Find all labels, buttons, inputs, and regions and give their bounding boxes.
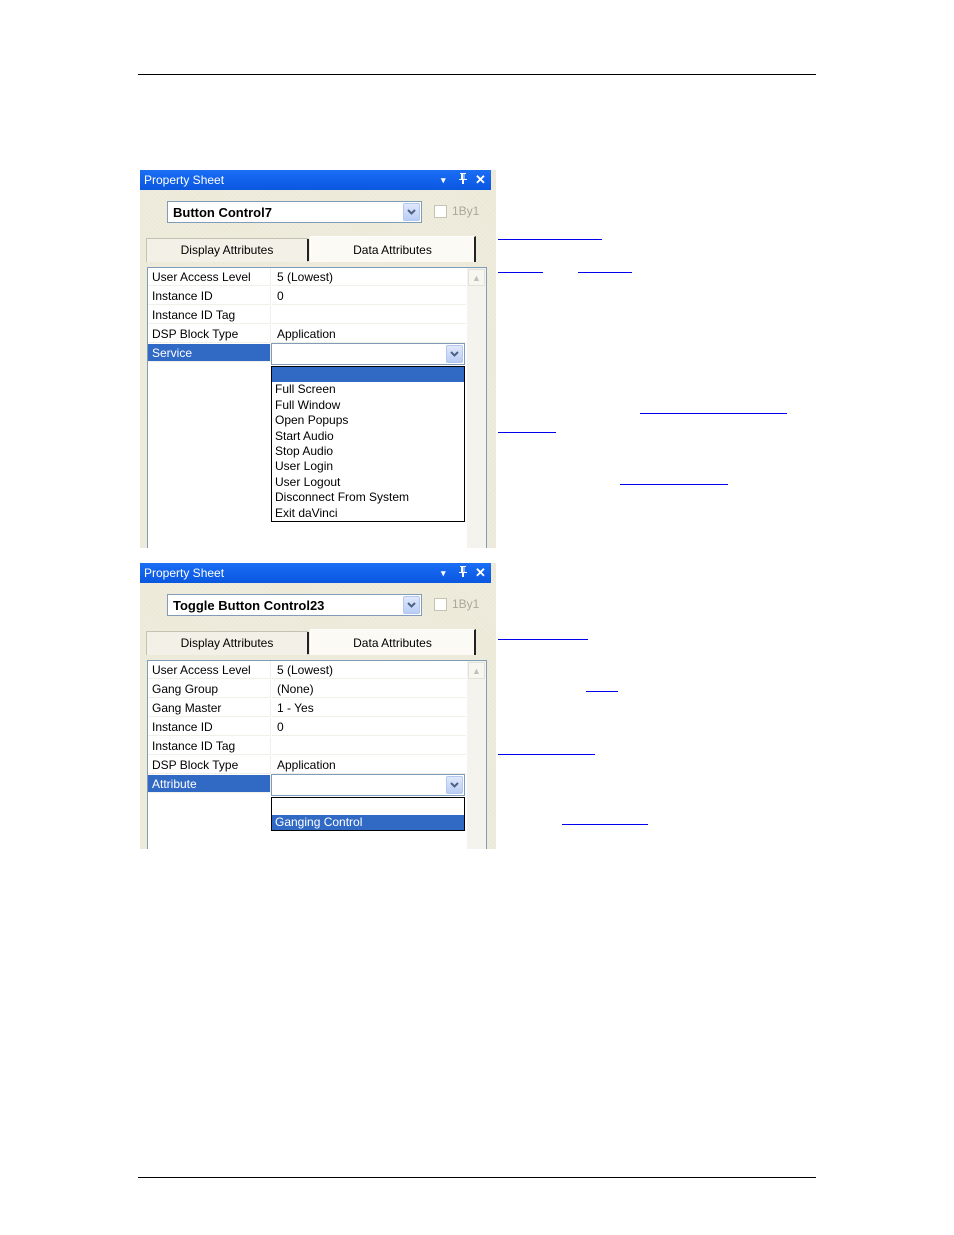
onebyone-label: 1By1 xyxy=(452,597,480,611)
object-select[interactable]: Toggle Button Control23 xyxy=(167,594,422,616)
property-value[interactable] xyxy=(272,737,466,755)
hyperlink[interactable] xyxy=(498,754,595,755)
chevron-down-icon[interactable] xyxy=(403,596,420,614)
property-grid: User Access Level 5 (Lowest) Instance ID… xyxy=(147,267,487,548)
service-select[interactable] xyxy=(271,343,465,365)
property-value[interactable]: (None) xyxy=(272,680,466,698)
property-name: User Access Level xyxy=(148,661,271,679)
hyperlink[interactable] xyxy=(498,432,556,433)
property-name: Instance ID xyxy=(148,287,271,305)
hyperlink[interactable] xyxy=(498,639,588,640)
dropdown-arrow-icon[interactable]: ▾ xyxy=(441,563,446,583)
property-row[interactable]: DSP Block Type Application xyxy=(148,756,466,775)
dropdown-option[interactable] xyxy=(272,798,464,815)
property-row[interactable]: DSP Block Type Application xyxy=(148,325,466,344)
chevron-down-icon[interactable] xyxy=(403,203,420,221)
property-name: Attribute xyxy=(148,775,271,793)
panel-titlebar: Property Sheet ▾ ✕ xyxy=(140,170,491,190)
onebyone-checkbox[interactable] xyxy=(434,598,447,611)
scroll-up-icon[interactable]: ▲ xyxy=(468,662,485,679)
property-value[interactable]: 0 xyxy=(272,287,466,305)
panel-titlebar: Property Sheet ▾ ✕ xyxy=(140,563,491,583)
property-sheet-panel: Property Sheet ▾ ✕ Toggle Button Control… xyxy=(140,563,496,849)
property-row[interactable]: Instance ID Tag xyxy=(148,306,466,325)
property-grid: User Access Level 5 (Lowest) Gang Group … xyxy=(147,660,487,849)
header-rule xyxy=(138,74,816,75)
property-name: DSP Block Type xyxy=(148,756,271,774)
attribute-dropdown-list: Ganging Control xyxy=(271,797,465,832)
chevron-down-icon[interactable] xyxy=(446,776,463,794)
tab-display-attributes[interactable]: Display Attributes xyxy=(146,238,309,262)
property-row[interactable]: Instance ID 0 xyxy=(148,718,466,737)
property-sheet-panel: Property Sheet ▾ ✕ Button Control7 1By1 … xyxy=(140,170,496,548)
dropdown-option[interactable]: Start Audio xyxy=(272,429,464,444)
property-row[interactable]: User Access Level 5 (Lowest) xyxy=(148,661,466,680)
property-row[interactable]: Instance ID 0 xyxy=(148,287,466,306)
property-value[interactable]: Application xyxy=(272,325,466,343)
property-name: User Access Level xyxy=(148,268,271,286)
property-row[interactable]: User Access Level 5 (Lowest) xyxy=(148,268,466,287)
panel-title: Property Sheet xyxy=(144,566,225,580)
dropdown-option[interactable]: Full Screen xyxy=(272,382,464,397)
property-value[interactable]: 5 (Lowest) xyxy=(272,268,466,286)
property-row[interactable]: Instance ID Tag xyxy=(148,737,466,756)
pin-icon[interactable] xyxy=(458,170,468,190)
onebyone-label: 1By1 xyxy=(452,204,480,218)
hyperlink[interactable] xyxy=(578,272,632,273)
chevron-down-icon[interactable] xyxy=(446,345,463,363)
onebyone-checkbox[interactable] xyxy=(434,205,447,218)
close-icon[interactable]: ✕ xyxy=(475,563,486,583)
scroll-up-icon[interactable]: ▲ xyxy=(468,269,485,286)
property-value[interactable]: 1 - Yes xyxy=(272,699,466,717)
hyperlink[interactable] xyxy=(640,413,787,414)
hyperlink[interactable] xyxy=(586,691,618,692)
property-name: Service xyxy=(148,344,271,362)
hyperlink[interactable] xyxy=(620,484,728,485)
footer-rule xyxy=(138,1177,816,1178)
hyperlink[interactable] xyxy=(498,239,602,240)
property-name: Gang Master xyxy=(148,699,271,717)
tab-data-attributes[interactable]: Data Attributes xyxy=(310,236,476,262)
dropdown-option[interactable]: Full Window xyxy=(272,398,464,413)
hyperlink[interactable] xyxy=(498,272,543,273)
dropdown-option[interactable]: Ganging Control xyxy=(272,815,464,831)
pin-icon[interactable] xyxy=(458,563,468,583)
object-select[interactable]: Button Control7 xyxy=(167,201,422,223)
property-name: Instance ID Tag xyxy=(148,737,271,755)
property-name: Instance ID Tag xyxy=(148,306,271,324)
property-name: Instance ID xyxy=(148,718,271,736)
scrollbar[interactable]: ▲ xyxy=(467,268,486,548)
property-value[interactable]: 5 (Lowest) xyxy=(272,661,466,679)
dropdown-option[interactable]: User Login xyxy=(272,459,464,474)
object-select-value: Button Control7 xyxy=(173,205,272,220)
tab-data-attributes[interactable]: Data Attributes xyxy=(310,629,476,655)
object-select-value: Toggle Button Control23 xyxy=(173,598,325,613)
scrollbar[interactable]: ▲ xyxy=(467,661,486,849)
dropdown-option[interactable]: Exit daVinci xyxy=(272,506,464,521)
service-dropdown-list: Full Screen Full Window Open Popups Star… xyxy=(271,366,465,522)
tab-display-attributes[interactable]: Display Attributes xyxy=(146,631,309,655)
property-name: DSP Block Type xyxy=(148,325,271,343)
property-row[interactable]: Gang Group (None) xyxy=(148,680,466,699)
dropdown-option[interactable]: Stop Audio xyxy=(272,444,464,459)
close-icon[interactable]: ✕ xyxy=(475,170,486,190)
property-value[interactable]: 0 xyxy=(272,718,466,736)
property-value[interactable]: Application xyxy=(272,756,466,774)
property-name: Gang Group xyxy=(148,680,271,698)
hyperlink[interactable] xyxy=(562,824,648,825)
dropdown-option[interactable]: Open Popups xyxy=(272,413,464,428)
attribute-select[interactable] xyxy=(271,774,465,796)
dropdown-option[interactable] xyxy=(272,367,464,383)
dropdown-option[interactable]: User Logout xyxy=(272,475,464,490)
panel-title: Property Sheet xyxy=(144,173,225,187)
dropdown-arrow-icon[interactable]: ▾ xyxy=(441,170,446,190)
dropdown-option[interactable]: Disconnect From System xyxy=(272,490,464,505)
property-row[interactable]: Gang Master 1 - Yes xyxy=(148,699,466,718)
property-value[interactable] xyxy=(272,306,466,324)
